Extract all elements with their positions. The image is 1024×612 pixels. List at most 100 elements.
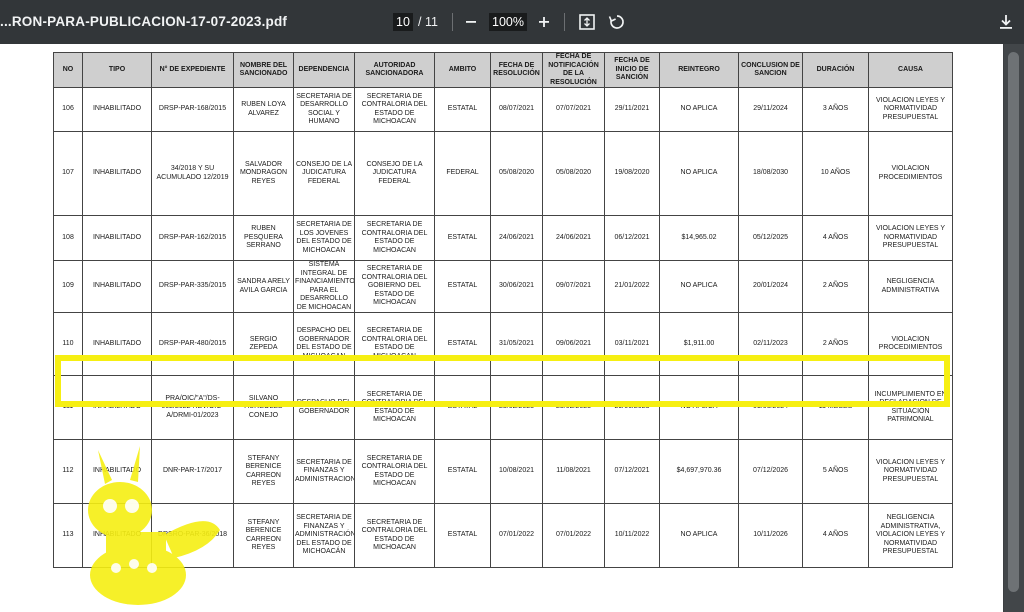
table-cell: 109: [53, 260, 83, 313]
table-row: 106 INHABILITADO DRSP-PAR-168/2015 RUBEN LO…: [53, 87, 953, 132]
table-cell: 21/01/2022: [604, 260, 660, 313]
table-cell: INHABILITADO: [82, 215, 152, 261]
table-cell: 07/01/2022: [490, 503, 543, 568]
table-cell: SECRETARIA DE DESARROLLO SOCIAL Y HUMANO: [293, 87, 355, 132]
table-cell: STEFANY BERENICE CARREON REYES: [233, 503, 294, 568]
table-cell: 09/07/2021: [542, 260, 605, 313]
table-cell: DESPACHO DEL GOBERNADOR: [293, 375, 355, 440]
table-cell: VIOLACION LEYES Y NORMATIVIDAD PRESUPUES…: [868, 439, 953, 504]
table-cell: SECRETARIA DE FINANZAS Y ADMINISTRACIÓN …: [293, 503, 355, 568]
table-cell: $14,965.02: [659, 215, 739, 261]
zoom-input[interactable]: 100%: [489, 13, 527, 31]
table-cell: INHABILITADO: [82, 87, 152, 132]
table-cell: 07/01/2022: [542, 503, 605, 568]
pdf-toolbar: ...RON-PARA-PUBLICACION-17-07-2023.pdf 1…: [0, 0, 1024, 44]
table-cell: ESTATAL: [434, 439, 491, 504]
column-header: AUTORIDAD SANCIONADORA: [354, 52, 435, 88]
table-cell: VIOLACION PROCEDIMIENTOS: [868, 312, 953, 376]
zoom-in-button[interactable]: [533, 11, 555, 33]
table-cell: 4 AÑOS: [802, 215, 869, 261]
table-cell: 01/06/2024: [738, 375, 803, 440]
table-cell: 3 AÑOS: [802, 87, 869, 132]
table-cell: CONSEJO DE LA JUDICATURA FEDERAL: [293, 131, 355, 216]
table-cell: SERGIO ZEPEDA: [233, 312, 294, 376]
table-cell: ESTATAL: [434, 375, 491, 440]
table-cell: 03/11/2021: [604, 312, 660, 376]
table-cell: SALVADOR MONDRAGON REYES: [233, 131, 294, 216]
table-cell: SECRETARIA DE FINANZAS Y ADMINISTRACION: [293, 439, 355, 504]
table-cell: 29/06/2023: [604, 375, 660, 440]
pdf-page: NO TIPO N° DE EXPEDIENTE NOMBRE DEL SANCION…: [0, 44, 1004, 612]
table-cell: 07/07/2021: [542, 87, 605, 132]
table-row: 109 INHABILITADO DRSP-PAR-335/2015 SANDRA A…: [53, 260, 953, 313]
download-button[interactable]: [995, 11, 1017, 33]
pdf-viewer: NO TIPO N° DE EXPEDIENTE NOMBRE DEL SANCION…: [0, 44, 1024, 612]
table-cell: 05/12/2025: [738, 215, 803, 261]
table-cell: 10/11/2022: [604, 503, 660, 568]
table-cell: SECRETARIA DE CONTRALORIA DEL GOBIERNO D…: [354, 260, 435, 313]
table-cell: SECRETARIA DE LOS JOVENES DEL ESTADO DE …: [293, 215, 355, 261]
toolbar-divider: [564, 13, 565, 31]
page-number-input[interactable]: 10: [393, 13, 413, 31]
table-cell: SECRETARIA DE CONTRALORIA DEL ESTADO DE …: [354, 215, 435, 261]
column-header: FECHA DE NOTIFICACIÓN DE LA RESOLUCIÓN: [542, 52, 605, 88]
table-cell: 19/08/2020: [604, 131, 660, 216]
file-title: ...RON-PARA-PUBLICACION-17-07-2023.pdf: [0, 14, 288, 29]
column-header: DEPENDENCIA: [293, 52, 355, 88]
table-cell: FEDERAL: [434, 131, 491, 216]
table-row: 111 INHABILITADO PRA/OIC/"A"/DS-002/2022 R…: [53, 375, 953, 440]
zoom-in-icon: [539, 17, 549, 27]
table-cell: NO APLICA: [659, 131, 739, 216]
table-cell: ESTATAL: [434, 503, 491, 568]
table-cell: STEFANY BERENICE CARREON REYES: [233, 439, 294, 504]
table-cell: SECRETARIA DE CONTRALORIA DEL ESTADO DE …: [354, 312, 435, 376]
table-row: 107 INHABILITADO 34/2018 Y SU ACUMULADO 12…: [53, 131, 953, 216]
table-cell: 2 AÑOS: [802, 312, 869, 376]
table-cell: 23/02/2023: [490, 375, 543, 440]
mascot-watermark-icon: [88, 446, 220, 605]
column-header: DURACIÓN: [802, 52, 869, 88]
table-cell: SILVANO AUREOLES CONEJO: [233, 375, 294, 440]
table-cell: 10/11/2026: [738, 503, 803, 568]
table-cell: NO APLICA: [659, 503, 739, 568]
table-cell: 2 AÑOS: [802, 260, 869, 313]
column-header: TIPO: [82, 52, 152, 88]
table-cell: 20/01/2024: [738, 260, 803, 313]
fit-page-icon: [579, 14, 595, 30]
table-cell: ESTATAL: [434, 87, 491, 132]
table-cell: PRA/OIC/"A"/DS-002/2022 REV/OIC-A/DRMI-0…: [151, 375, 234, 440]
zoom-out-button[interactable]: [460, 11, 482, 33]
table-cell: 07/12/2026: [738, 439, 803, 504]
table-cell: NO APLICA: [659, 260, 739, 313]
table-cell: NO APLICA: [659, 87, 739, 132]
fit-page-button[interactable]: [576, 11, 598, 33]
scrollbar-thumb[interactable]: [1008, 52, 1019, 592]
table-cell: SECRETARIA DE CONTRALORIA DEL ESTADO DE …: [354, 439, 435, 504]
table-cell: RUBEN LOYA ALVAREZ: [233, 87, 294, 132]
download-icon: [1000, 15, 1012, 29]
table-cell: SANDRA ARELY AVILA GARCIA: [233, 260, 294, 313]
table-cell: NEGLIGENCIA ADMINISTRATIVA: [868, 260, 953, 313]
table-cell: SECRETARIA DE CONTRALORIA DEL ESTADO DE …: [354, 375, 435, 440]
table-cell: 07/12/2021: [604, 439, 660, 504]
table-cell: 02/11/2023: [738, 312, 803, 376]
table-cell: INHABILITADO: [82, 260, 152, 313]
table-cell: RUBEN PESQUERA SERRANO: [233, 215, 294, 261]
column-header: NOMBRE DEL SANCIONADO: [233, 52, 294, 88]
table-cell: 05/08/2020: [490, 131, 543, 216]
table-cell: 30/06/2021: [490, 260, 543, 313]
table-cell: 06/12/2021: [604, 215, 660, 261]
table-cell: NO APLICA: [659, 375, 739, 440]
table-cell: INHABILITADO: [82, 312, 152, 376]
page-total: 11: [425, 15, 438, 29]
zoom-out-icon: [466, 21, 476, 23]
table-cell: INHABILITADO: [82, 131, 152, 216]
table-cell: 31/05/2021: [490, 312, 543, 376]
rotate-button[interactable]: [606, 11, 628, 33]
table-cell: 11/08/2021: [542, 439, 605, 504]
table-cell: 24/06/2021: [490, 215, 543, 261]
table-cell: 5 AÑOS: [802, 439, 869, 504]
table-cell: 108: [53, 215, 83, 261]
page-separator: /: [418, 15, 422, 29]
column-header: NO: [53, 52, 83, 88]
